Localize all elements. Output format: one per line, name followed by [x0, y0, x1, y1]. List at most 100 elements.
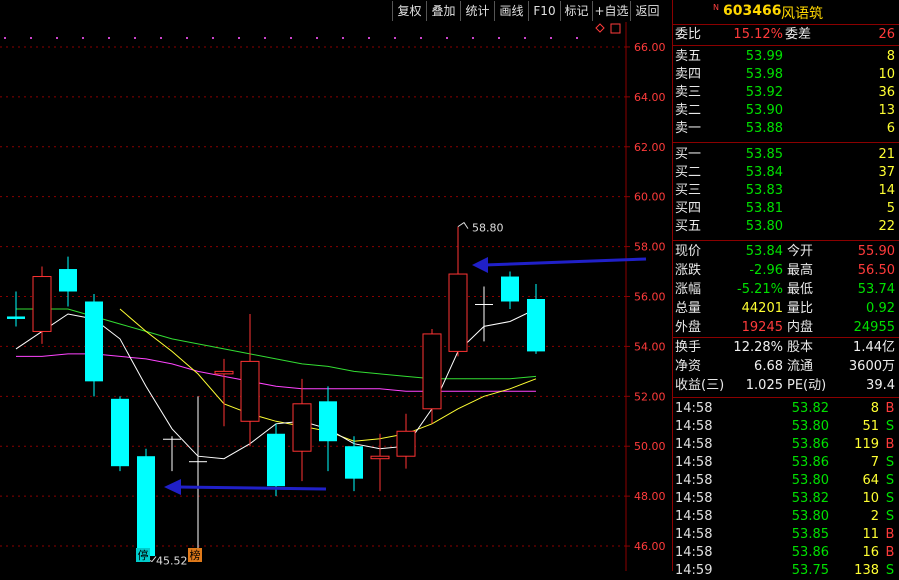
- candle-body: [214, 370, 234, 375]
- quote-value: 55.90: [857, 244, 895, 259]
- bids-volume: 14: [878, 183, 895, 198]
- new-stock-badge: N: [713, 3, 719, 12]
- candle-body: [163, 438, 181, 440]
- panel-divider: [673, 45, 899, 46]
- candle-body: [240, 360, 260, 422]
- quote-value: 19245: [741, 320, 783, 335]
- stock-code[interactable]: 603466: [723, 3, 781, 19]
- y-tick-label: 48.00: [634, 490, 666, 503]
- toolbar-button-5[interactable]: 标记: [560, 1, 592, 21]
- low-price-label: 45.52: [156, 555, 188, 568]
- marker-dot: [498, 37, 500, 39]
- marker-dot: [342, 37, 344, 39]
- marker-dot: [212, 37, 214, 39]
- y-tick-label: 60.00: [634, 191, 666, 204]
- marker-dot: [160, 37, 162, 39]
- candle-body: [396, 430, 416, 457]
- tick-direction: B: [885, 437, 895, 452]
- candle-body: [32, 276, 52, 332]
- tick-row: 14:58 53.80 64 S: [675, 472, 897, 490]
- asks-volume: 8: [886, 49, 895, 64]
- quote-value: -5.21%: [737, 282, 783, 297]
- bids-row: 买五 53.80 22: [673, 218, 899, 236]
- candlestick-chart[interactable]: 66.00 64.00 62.00 60.00 58.00 56.00 54.00 52.00…: [0, 22, 672, 571]
- asks-volume: 6: [886, 121, 895, 136]
- marker-dot: [4, 37, 6, 39]
- toolbar-button-0[interactable]: 复权: [392, 1, 426, 21]
- toolbar-button-4[interactable]: F10: [528, 1, 560, 21]
- tick-direction: B: [885, 527, 895, 542]
- quote-label: 涨跌: [675, 263, 702, 278]
- y-tick-label: 58.00: [634, 241, 666, 254]
- asks-row: 卖四 53.98 10: [673, 66, 899, 84]
- tick-volume: 119: [854, 437, 879, 452]
- tick-price: 53.85: [791, 527, 829, 542]
- candle-body: [422, 333, 442, 410]
- toolbar-button-1[interactable]: 叠加: [426, 1, 460, 21]
- candle-body: [292, 403, 312, 452]
- tick-row: 14:58 53.86 16 B: [675, 544, 897, 562]
- tick-volume: 64: [862, 473, 879, 488]
- tick-price: 53.86: [791, 455, 829, 470]
- tick-direction: S: [885, 473, 895, 488]
- asks-volume: 36: [878, 85, 895, 100]
- fundamental-value: 1.44亿: [853, 340, 895, 355]
- panel-divider: [673, 337, 899, 338]
- tick-direction: S: [885, 563, 895, 578]
- fundamental-value: 39.4: [866, 378, 895, 393]
- fundamental-label: 股本: [787, 340, 814, 355]
- marker-dot: [368, 37, 370, 39]
- marker-dot: [108, 37, 110, 39]
- diamond-icon: [595, 23, 605, 33]
- panel-divider: [673, 397, 899, 398]
- tick-direction: S: [885, 491, 895, 506]
- weicha-value: 26: [878, 27, 895, 42]
- quote-panel: N 603466 风语筑 委比 15.12% 委差 26 卖五 53.99 8 卖四 53.98…: [672, 0, 899, 578]
- quote-label: 最高: [787, 263, 814, 278]
- candle-body: [345, 446, 363, 479]
- fundamental-row: 净资 6.68 流通 3600万: [673, 358, 899, 376]
- y-tick-label: 64.00: [634, 91, 666, 104]
- tick-time: 14:58: [675, 545, 713, 560]
- asks-row: 卖五 53.99 8: [673, 48, 899, 66]
- candle-body: [501, 276, 519, 302]
- high-price-label: 58.80: [472, 222, 504, 235]
- toolbar-button-6[interactable]: +自选: [592, 1, 630, 21]
- tick-volume: 10: [862, 491, 879, 506]
- tick-time: 14:58: [675, 419, 713, 434]
- tick-time: 14:58: [675, 509, 713, 524]
- bids-row: 买一 53.85 21: [673, 146, 899, 164]
- tick-price: 53.80: [791, 509, 829, 524]
- fundamental-label: PE(动): [787, 378, 827, 393]
- marker-dot: [420, 37, 422, 39]
- tick-time: 14:58: [675, 455, 713, 470]
- tick-direction: S: [885, 419, 895, 434]
- tick-direction: S: [885, 509, 895, 524]
- toolbar-button-2[interactable]: 统计: [460, 1, 494, 21]
- asks-label: 卖四: [675, 67, 702, 82]
- stock-name[interactable]: 风语筑: [781, 3, 823, 23]
- marker-dot: [186, 37, 188, 39]
- tick-time: 14:58: [675, 491, 713, 506]
- toolbar-button-3[interactable]: 画线: [494, 1, 528, 21]
- bids-price: 53.80: [745, 219, 783, 234]
- asks-row: 卖一 53.88 6: [673, 120, 899, 138]
- quote-label: 外盘: [675, 320, 702, 335]
- quote-label: 涨幅: [675, 282, 702, 297]
- fundamental-value: 1.025: [745, 378, 783, 393]
- weibi-value: 15.12%: [733, 27, 783, 42]
- fundamental-value: 6.68: [754, 359, 783, 374]
- toolbar-button-7[interactable]: 返回: [630, 1, 664, 21]
- drawn-arrow-upper-head: [472, 257, 488, 273]
- candle-body: [527, 298, 545, 352]
- marker-dot: [524, 37, 526, 39]
- tick-row: 14:58 53.86 7 S: [675, 454, 897, 472]
- tick-volume: 2: [870, 509, 879, 524]
- asks-label: 卖二: [675, 103, 702, 118]
- quote-value: 24955: [853, 320, 895, 335]
- ting-tag: 停: [138, 548, 149, 562]
- weibi-label: 委比: [675, 27, 702, 42]
- bids-price: 53.83: [745, 183, 783, 198]
- asks-row: 卖二 53.90 13: [673, 102, 899, 120]
- quote-value: 53.84: [745, 244, 783, 259]
